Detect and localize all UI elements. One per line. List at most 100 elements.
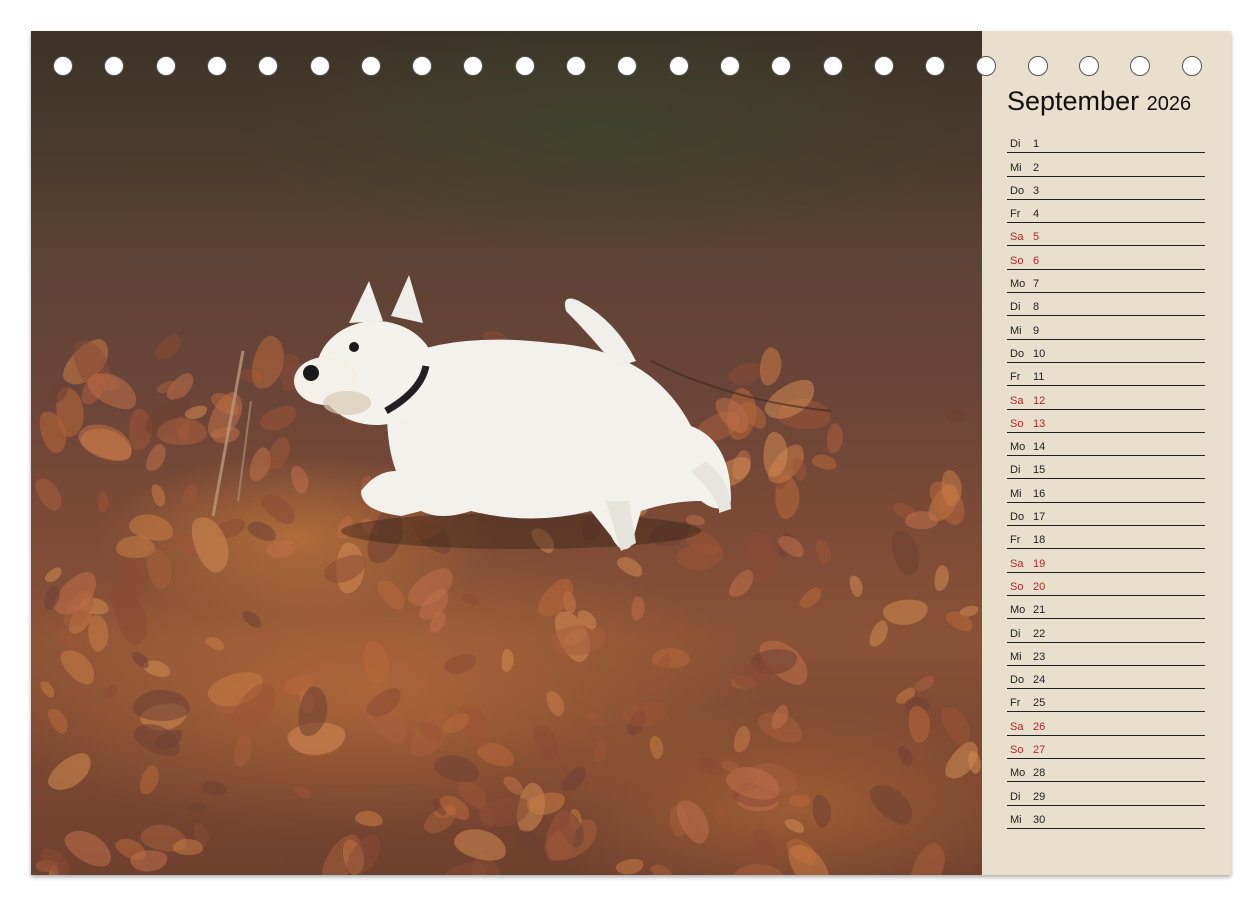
- day-name: So: [1010, 254, 1024, 267]
- day-number: 24: [1033, 674, 1046, 687]
- day-row: So 27: [1007, 736, 1205, 760]
- day-row: Mo 28: [1007, 759, 1205, 783]
- day-number: 29: [1033, 790, 1046, 803]
- day-number: 20: [1033, 580, 1046, 593]
- day-name: Sa: [1010, 231, 1024, 244]
- day-name: Do: [1010, 674, 1025, 687]
- month-title: September 2026: [1007, 86, 1191, 117]
- day-row: Mi 16: [1007, 479, 1205, 503]
- day-number: 3: [1033, 184, 1040, 197]
- day-row: Do 3: [1007, 177, 1205, 200]
- day-name: Do: [1010, 347, 1025, 360]
- day-name: Mi: [1010, 813, 1022, 826]
- day-number: 12: [1033, 394, 1046, 407]
- binding-hole: [1079, 56, 1099, 76]
- calendar-photo: [31, 31, 982, 875]
- day-name: Mo: [1010, 604, 1026, 617]
- day-number: 14: [1033, 441, 1046, 454]
- day-row: Do 24: [1007, 666, 1205, 690]
- binding-hole: [53, 56, 73, 76]
- day-number: 6: [1033, 254, 1040, 267]
- day-row: Sa 26: [1007, 712, 1205, 736]
- day-row: Di 8: [1007, 293, 1205, 317]
- day-number: 7: [1033, 278, 1040, 291]
- binding-hole: [206, 56, 227, 76]
- day-number: 15: [1033, 464, 1046, 477]
- day-number: 27: [1033, 744, 1046, 757]
- day-row: Mi 9: [1007, 316, 1205, 340]
- day-row: Sa 19: [1007, 549, 1205, 573]
- binding-hole: [822, 56, 843, 76]
- day-number: 2: [1033, 161, 1040, 174]
- day-name: Mo: [1010, 767, 1026, 780]
- day-row: Mi 2: [1007, 153, 1205, 177]
- day-name: Fr: [1010, 697, 1021, 710]
- day-number: 17: [1033, 511, 1046, 524]
- day-name: Di: [1010, 464, 1021, 477]
- day-number: 4: [1033, 208, 1040, 221]
- day-name: So: [1010, 744, 1024, 757]
- binding-hole: [668, 56, 689, 76]
- day-number: 21: [1033, 604, 1046, 617]
- day-row: Fr 11: [1007, 363, 1205, 387]
- binding-hole: [412, 56, 433, 76]
- day-name: So: [1010, 417, 1024, 430]
- day-number: 5: [1033, 231, 1040, 244]
- day-number: 9: [1033, 324, 1040, 337]
- day-row: Mi 30: [1007, 806, 1205, 829]
- day-row: Sa 12: [1007, 386, 1205, 410]
- day-row: So 6: [1007, 246, 1205, 270]
- day-row: So 13: [1007, 410, 1205, 433]
- day-row: Di 1: [1007, 130, 1205, 154]
- binding-hole: [566, 56, 586, 76]
- day-name: Mi: [1010, 650, 1022, 663]
- day-number: 22: [1033, 627, 1046, 640]
- day-row: Sa 5: [1007, 223, 1205, 247]
- binding-hole: [873, 56, 894, 76]
- day-name: Di: [1010, 301, 1021, 314]
- calendar-page: September 2026 Di 1 Mi 2 Do 3 Fr 4 Sa 5 So 6 Mo 7 Di 8 M…: [31, 31, 1231, 875]
- day-name: Mo: [1010, 441, 1026, 454]
- calendar-sidebar: September 2026 Di 1 Mi 2 Do 3 Fr 4 Sa 5 So 6 Mo 7 Di 8 M…: [982, 31, 1231, 875]
- day-number: 26: [1033, 720, 1046, 733]
- binding-hole: [309, 56, 330, 76]
- day-row: Do 17: [1007, 503, 1205, 527]
- day-row: Do 10: [1007, 340, 1205, 363]
- day-row: Fr 18: [1007, 526, 1205, 550]
- day-row: Mo 7: [1007, 270, 1205, 294]
- day-name: Sa: [1010, 394, 1024, 407]
- day-number: 1: [1033, 138, 1040, 151]
- day-number: 13: [1033, 417, 1046, 430]
- day-row: Fr 25: [1007, 689, 1205, 713]
- day-row: Mi 23: [1007, 643, 1205, 666]
- day-name: Di: [1010, 790, 1021, 803]
- binding-hole: [925, 56, 946, 76]
- day-row: Mo 14: [1007, 433, 1205, 457]
- day-name: Di: [1010, 138, 1021, 151]
- day-number: 10: [1033, 347, 1046, 360]
- day-name: Do: [1010, 511, 1025, 524]
- day-number: 18: [1033, 534, 1046, 547]
- day-name: Mi: [1010, 324, 1022, 337]
- month-name: September: [1007, 86, 1140, 116]
- binding-hole: [360, 56, 381, 76]
- day-row: Di 15: [1007, 456, 1205, 480]
- day-number: 23: [1033, 650, 1046, 663]
- day-row: Di 29: [1007, 782, 1205, 806]
- day-name: Sa: [1010, 557, 1024, 570]
- day-row: So 20: [1007, 573, 1205, 596]
- day-number: 25: [1033, 697, 1046, 710]
- binding-hole: [719, 56, 740, 76]
- day-name: Sa: [1010, 720, 1024, 733]
- day-name: Fr: [1010, 208, 1021, 221]
- day-name: Mi: [1010, 161, 1022, 174]
- day-row: Fr 4: [1007, 200, 1205, 224]
- day-number: 28: [1033, 767, 1046, 780]
- day-row: Mo 21: [1007, 596, 1205, 620]
- day-number: 11: [1033, 371, 1045, 384]
- day-name: So: [1010, 580, 1024, 593]
- binding-hole: [1027, 56, 1048, 76]
- day-list: Di 1 Mi 2 Do 3 Fr 4 Sa 5 So 6 Mo 7 Di 8 Mi 9 Do 10 Fr 11 Sa 12 S…: [1007, 130, 1205, 829]
- dog-illustration: [211, 275, 832, 551]
- day-name: Fr: [1010, 534, 1021, 547]
